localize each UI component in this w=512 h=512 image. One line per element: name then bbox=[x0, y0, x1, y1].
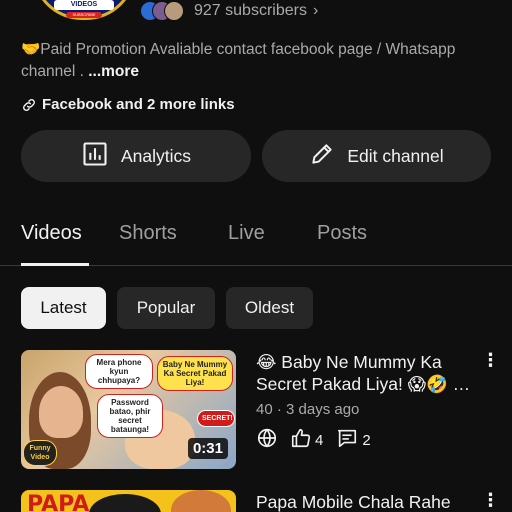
channel-links[interactable]: Facebook and 2 more links bbox=[21, 96, 235, 113]
thumbnail-bubble: Password batao, phir secret bataunga! bbox=[97, 394, 163, 438]
channel-description[interactable]: 🤝Paid Promotion Avaliable contact facebo… bbox=[21, 39, 501, 83]
video-title[interactable]: Papa Mobile Chala Rahe bbox=[256, 491, 476, 512]
edit-channel-label: Edit channel bbox=[347, 145, 444, 166]
more-options-icon[interactable]: ⋮ bbox=[480, 351, 500, 379]
thumbnail-banner bbox=[89, 494, 161, 512]
analytics-label: Analytics bbox=[120, 145, 192, 166]
tab-live[interactable]: Live bbox=[228, 222, 265, 245]
thumbnail-headline: Baby Ne Mummy Ka Secret Pakad Liya! bbox=[157, 356, 233, 391]
video-thumbnail[interactable]: PAPA bbox=[21, 490, 236, 512]
tab-shorts[interactable]: Shorts bbox=[119, 222, 177, 245]
more-options-icon[interactable]: ⋮ bbox=[480, 491, 500, 512]
comment-count: 2 bbox=[362, 431, 371, 449]
edit-channel-button[interactable]: Edit channel bbox=[262, 130, 491, 182]
thumbnail-headline: PAPA bbox=[27, 492, 90, 512]
comment-icon[interactable] bbox=[335, 427, 359, 453]
thumbnail-person bbox=[171, 490, 231, 512]
subscriber-count: 927 subscribers bbox=[194, 2, 307, 19]
video-stats: 4 2 bbox=[256, 428, 371, 452]
video-title[interactable]: 😂 Baby Ne Mummy Ka Secret Pakad Liya! 😱🤣… bbox=[256, 351, 476, 395]
tab-videos[interactable]: Videos bbox=[21, 222, 82, 245]
tab-posts[interactable]: Posts bbox=[317, 222, 367, 245]
thumbnail-corner-label: Funny Video bbox=[23, 440, 57, 466]
analytics-icon bbox=[81, 140, 109, 173]
links-label: Facebook and 2 more links bbox=[42, 96, 235, 113]
more-link[interactable]: ...more bbox=[88, 63, 139, 80]
like-count: 4 bbox=[315, 431, 324, 449]
globe-icon bbox=[256, 427, 278, 453]
thumbnail-woman-face bbox=[39, 386, 83, 438]
analytics-button[interactable]: Analytics bbox=[21, 130, 251, 182]
chip-oldest[interactable]: Oldest bbox=[226, 287, 313, 329]
thumbnail-bubble: Mera phone kyun chhupaya? bbox=[85, 354, 153, 389]
chevron-right-icon: › bbox=[312, 2, 319, 19]
active-tab-indicator bbox=[21, 263, 89, 266]
video-thumbnail[interactable]: Mera phone kyun chhupaya? Baby Ne Mummy … bbox=[21, 350, 236, 469]
description-text: 🤝Paid Promotion Avaliable contact facebo… bbox=[21, 41, 456, 80]
avatar bbox=[164, 1, 184, 21]
channel-tabs: Videos Shorts Live Posts bbox=[0, 218, 512, 266]
link-icon bbox=[21, 97, 37, 113]
channel-logo[interactable]: VIDEOS SUBSCRIBE bbox=[28, 0, 140, 22]
channel-logo-text: VIDEOS bbox=[54, 0, 114, 10]
subscriber-avatars bbox=[140, 1, 184, 21]
chip-popular[interactable]: Popular bbox=[117, 287, 215, 329]
pencil-icon bbox=[309, 141, 335, 172]
chip-latest[interactable]: Latest bbox=[21, 287, 106, 329]
video-duration: 0:31 bbox=[187, 438, 228, 459]
thumbnail-badge: SECRET! bbox=[197, 410, 235, 427]
video-meta: 40 · 3 days ago bbox=[256, 401, 360, 418]
channel-logo-badge: SUBSCRIBE bbox=[66, 12, 102, 18]
like-icon[interactable] bbox=[290, 427, 312, 453]
subscriber-row[interactable]: 927 subscribers › bbox=[140, 0, 318, 22]
